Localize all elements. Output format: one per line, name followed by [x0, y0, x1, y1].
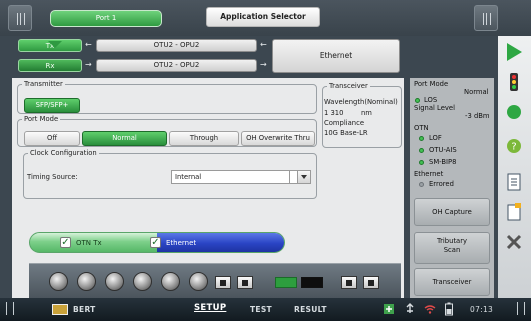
- network-icon: [384, 304, 394, 314]
- clock-time: 07:13: [470, 305, 494, 314]
- chevron-down-icon[interactable]: [297, 170, 311, 184]
- clock-configuration-group: Clock Configuration Timing Source: Inter…: [23, 149, 317, 199]
- timing-source-select[interactable]: Internal: [171, 170, 311, 184]
- left-grip-handle[interactable]: [8, 5, 32, 31]
- battery-icon: [445, 302, 453, 316]
- connector-strip: [29, 263, 401, 298]
- wavelength-value: 1 310: [324, 109, 344, 117]
- wifi-icon: [424, 305, 436, 314]
- app-name-label: BERT: [73, 305, 96, 314]
- arrow-icon: ←: [260, 40, 267, 49]
- port-mode-group: Port Mode Off Normal Through OH Overwrit…: [17, 115, 317, 147]
- rj45-port-icon[interactable]: [237, 276, 253, 289]
- signal-path: Tx ← OTU2 - OPU2 ← Rx → OTU2 - OPU2 → Et…: [12, 36, 404, 78]
- status-panel: Port Mode Normal LOS Signal Level -3 dBm…: [410, 78, 494, 298]
- help-icon[interactable]: ?: [503, 136, 525, 156]
- optical-port-icon[interactable]: [189, 272, 208, 291]
- ethernet-status-label: Ethernet: [414, 170, 444, 178]
- port-tab[interactable]: Port 1: [50, 10, 162, 27]
- otn-tx-checkbox[interactable]: ✓: [60, 237, 71, 248]
- clock-legend: Clock Configuration: [30, 149, 97, 157]
- right-grip-handle[interactable]: [474, 5, 498, 31]
- sfp-button[interactable]: SFP/SFP+: [24, 98, 80, 113]
- ethernet-checkbox[interactable]: ✓: [150, 237, 161, 248]
- rx-button[interactable]: Rx: [18, 59, 82, 72]
- right-toolbar: ?: [498, 36, 531, 298]
- start-play-icon[interactable]: [503, 42, 525, 62]
- bottom-bar: BERT SETUP TEST RESULT 07:13: [0, 298, 531, 321]
- right-collapse-grip-icon[interactable]: [516, 298, 526, 320]
- compliance-label: Compliance: [324, 119, 365, 127]
- otn-label: OTN: [414, 124, 429, 132]
- combo-separator: [289, 171, 290, 183]
- port-mode-oh-overwrite-button[interactable]: OH Overwrite Thru: [241, 131, 315, 146]
- compliance-value: 10G Base-LR: [324, 129, 368, 137]
- traffic-light-icon[interactable]: [503, 72, 525, 92]
- setup-tab[interactable]: SETUP: [194, 303, 226, 313]
- arrow-icon: →: [85, 60, 92, 69]
- rj45-port-icon[interactable]: [363, 276, 379, 289]
- otu-ais-led-icon: [419, 148, 424, 153]
- test-tab[interactable]: TEST: [250, 305, 272, 314]
- optical-port-icon[interactable]: [49, 272, 68, 291]
- timing-source-label: Timing Source:: [27, 173, 78, 181]
- usb-icon: [406, 303, 414, 313]
- main-panel: Transmitter SFP/SFP+ Port Mode Off Norma…: [12, 78, 404, 298]
- lof-led-icon: [419, 136, 424, 141]
- los-label: LOS: [424, 96, 438, 104]
- transmitter-legend: Transmitter: [24, 80, 63, 88]
- transceiver-group: Transceiver Wavelength(Nominal) 1 310 nm…: [322, 82, 402, 148]
- wavelength-unit: nm: [361, 109, 372, 117]
- sfp-port-icon[interactable]: [301, 277, 323, 288]
- los-led-icon: [415, 98, 420, 103]
- signal-pipe: ✓ OTN Tx ✓ Ethernet: [29, 232, 285, 253]
- wavelength-label: Wavelength(Nominal): [324, 98, 398, 106]
- optical-port-icon[interactable]: [161, 272, 180, 291]
- transceiver-button[interactable]: Transceiver: [414, 268, 490, 296]
- rj45-port-icon[interactable]: [341, 276, 357, 289]
- otn-tx-label: OTN Tx: [76, 239, 102, 247]
- port-mode-through-button[interactable]: Through: [169, 131, 239, 146]
- top-strip: Port 1 Application Selector: [0, 0, 531, 36]
- arrow-icon: ←: [85, 40, 92, 49]
- sfp-port-active-icon[interactable]: [275, 277, 297, 288]
- errored-led-icon: [419, 182, 424, 187]
- lof-label: LOF: [429, 134, 442, 142]
- document-edit-icon[interactable]: [503, 202, 525, 222]
- selection-pointer-icon: [48, 41, 62, 48]
- rj45-port-icon[interactable]: [215, 276, 231, 289]
- signal-level-value: -3 dBm: [465, 112, 490, 120]
- transceiver-legend: Transceiver: [329, 82, 368, 90]
- status-port-mode-label: Port Mode: [414, 80, 449, 88]
- optical-port-icon[interactable]: [77, 272, 96, 291]
- left-collapse-grip-icon[interactable]: [5, 298, 15, 320]
- rx-signal-box[interactable]: OTU2 - OPU2: [96, 59, 257, 72]
- port-mode-legend: Port Mode: [24, 115, 59, 123]
- timing-source-value: Internal: [175, 173, 202, 181]
- oh-capture-button[interactable]: OH Capture: [414, 198, 490, 226]
- tools-icon[interactable]: [503, 232, 525, 252]
- payload-box[interactable]: Ethernet: [272, 39, 400, 73]
- record-icon[interactable]: [503, 102, 525, 122]
- optical-port-icon[interactable]: [105, 272, 124, 291]
- status-port-mode-value: Normal: [464, 88, 489, 96]
- result-tab[interactable]: RESULT: [294, 305, 327, 314]
- application-selector-button[interactable]: Application Selector: [206, 7, 320, 27]
- port-mode-normal-button[interactable]: Normal: [82, 131, 167, 146]
- sm-bip8-led-icon: [419, 160, 424, 165]
- bert-app-icon: [52, 304, 68, 315]
- optical-port-icon[interactable]: [133, 272, 152, 291]
- errored-label: Errored: [429, 180, 454, 188]
- report-icon[interactable]: [503, 172, 525, 192]
- signal-level-label: Signal Level: [414, 104, 455, 112]
- tributary-scan-button[interactable]: Tributary Scan: [414, 232, 490, 264]
- svg-text:?: ?: [511, 142, 516, 153]
- port-mode-off-button[interactable]: Off: [24, 131, 80, 146]
- sm-bip8-label: SM-BIP8: [429, 158, 457, 166]
- transmitter-group: Transmitter SFP/SFP+: [17, 80, 317, 114]
- tx-signal-box[interactable]: OTU2 - OPU2: [96, 39, 257, 52]
- otu-ais-label: OTU-AIS: [429, 146, 457, 154]
- arrow-icon: →: [260, 60, 267, 69]
- ethernet-label: Ethernet: [166, 239, 197, 247]
